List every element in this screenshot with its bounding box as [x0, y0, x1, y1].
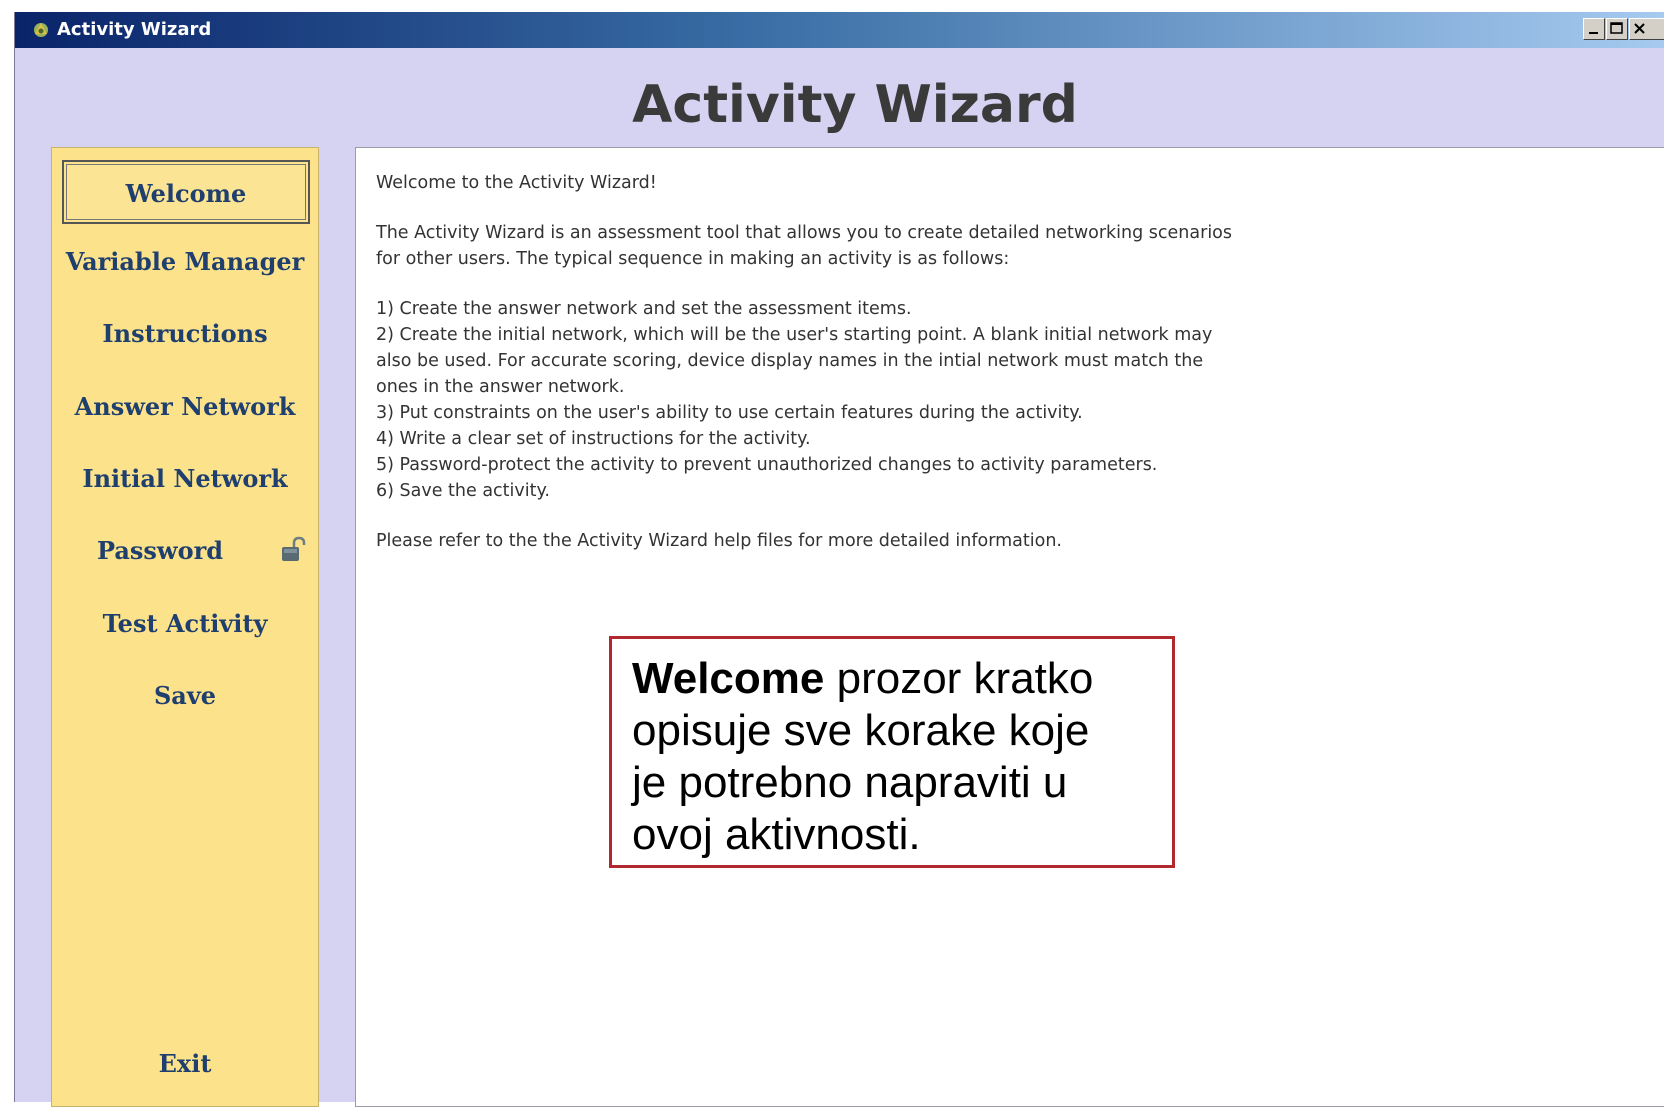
callout-line: Welcome prozor kratko	[632, 653, 1156, 705]
callout-bold-text: Welcome	[632, 654, 825, 703]
sidebar-item-instructions[interactable]: Instructions	[52, 306, 318, 362]
sidebar-item-label: Password	[96, 536, 224, 565]
step-line: 4) Write a clear set of instructions for…	[376, 429, 811, 449]
step-line: 1) Create the answer network and set the…	[376, 299, 912, 319]
activity-wizard-window: Activity Wizard Activity Wizard Welcome …	[14, 12, 1664, 1107]
close-icon	[1630, 19, 1664, 39]
sidebar-item-password[interactable]: Password	[52, 523, 268, 579]
callout-text: prozor kratko	[824, 654, 1094, 703]
close-button[interactable]	[1629, 18, 1664, 40]
step-line: 3) Put constraints on the user's ability…	[376, 403, 1083, 423]
activity-wizard-icon	[31, 20, 51, 40]
minimize-icon	[1584, 19, 1604, 39]
step-line: 2) Create the initial network, which wil…	[376, 325, 1213, 345]
intro-text: for other users. The typical sequence in…	[376, 249, 1010, 269]
sidebar-item-exit[interactable]: Exit	[52, 1036, 318, 1092]
maximize-button[interactable]	[1606, 18, 1628, 40]
callout-line: je potrebno napraviti u	[632, 758, 1068, 807]
callout-line: opisuje sve korake koje	[632, 706, 1090, 755]
help-note-text: Please refer to the the Activity Wizard …	[376, 531, 1062, 551]
greeting-text: Welcome to the Activity Wizard!	[376, 173, 657, 193]
wizard-sidebar: Welcome Variable Manager Instructions An…	[51, 147, 319, 1107]
content-panel: Welcome to the Activity Wizard! The Acti…	[355, 147, 1664, 1107]
maximize-icon	[1607, 19, 1627, 39]
step-line: also be used. For accurate scoring, devi…	[376, 351, 1204, 371]
step-line: 6) Save the activity.	[376, 481, 550, 501]
step-line: ones in the answer network.	[376, 377, 625, 397]
page-title: Activity Wizard	[632, 75, 1078, 135]
step-line: 5) Password-protect the activity to prev…	[376, 455, 1158, 475]
sidebar-item-test-activity[interactable]: Test Activity	[52, 596, 318, 652]
title-bar[interactable]: Activity Wizard	[15, 12, 1664, 48]
sidebar-item-answer-network[interactable]: Answer Network	[52, 379, 318, 435]
sidebar-item-variable-manager[interactable]: Variable Manager	[52, 234, 318, 290]
annotation-callout: Welcome prozor kratko opisuje sve korake…	[609, 636, 1175, 868]
window-title: Activity Wizard	[57, 19, 212, 40]
unlocked-padlock-icon	[278, 536, 308, 564]
sidebar-item-initial-network[interactable]: Initial Network	[52, 451, 318, 507]
intro-text: The Activity Wizard is an assessment too…	[376, 223, 1233, 243]
welcome-text: Welcome to the Activity Wizard! The Acti…	[376, 170, 1496, 578]
sidebar-item-welcome[interactable]: Welcome	[62, 160, 310, 224]
sidebar-item-save[interactable]: Save	[52, 668, 318, 724]
minimize-button[interactable]	[1583, 18, 1605, 40]
callout-line: ovoj aktivnosti.	[632, 810, 921, 859]
